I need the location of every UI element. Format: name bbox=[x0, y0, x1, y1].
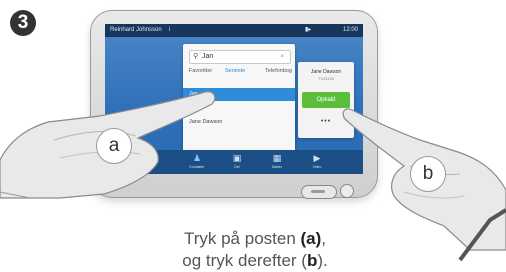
clear-icon[interactable]: × bbox=[280, 51, 284, 63]
dock-label: Møder bbox=[271, 165, 283, 169]
calendar-icon: ▦ bbox=[272, 153, 282, 163]
status-bar: Reinhard Johnsson i ▮▸ 12:00 bbox=[105, 24, 363, 37]
user-name: Reinhard Johnsson bbox=[110, 27, 162, 33]
contact-name: Jane Dawson bbox=[310, 69, 342, 75]
directory-tabs: Favoritter Seneste Telefonbog bbox=[183, 68, 295, 80]
text: , bbox=[321, 229, 327, 248]
search-icon: ⚲ bbox=[193, 53, 199, 60]
callout-b: b bbox=[410, 156, 446, 192]
text: og tryk derefter ( bbox=[182, 251, 307, 270]
instruction-line-1: Tryk på posten (a), bbox=[184, 229, 326, 248]
tab-directory[interactable]: Telefonbog bbox=[265, 68, 292, 74]
info-icon[interactable]: i bbox=[169, 24, 170, 37]
text-bold: (a) bbox=[300, 229, 322, 248]
camera-icon: ▮▸ bbox=[305, 27, 312, 33]
video-icon: ▶ bbox=[313, 153, 321, 163]
dock-video[interactable]: ▶ Video bbox=[297, 153, 337, 169]
dock-meetings[interactable]: ▦ Møder bbox=[257, 153, 297, 169]
instruction-text: Tryk på posten (a), og tryk derefter (b)… bbox=[140, 228, 370, 272]
callout-a: a bbox=[96, 128, 132, 164]
tab-favorites[interactable]: Favoritter bbox=[189, 68, 212, 74]
step-number-badge: 3 bbox=[10, 10, 36, 36]
instruction-line-2: og tryk derefter (b). bbox=[140, 250, 370, 272]
home-button[interactable] bbox=[301, 185, 337, 199]
contact-number: 7343128 bbox=[318, 76, 334, 81]
dock-label: Video bbox=[312, 165, 322, 169]
search-value: Jan bbox=[202, 53, 214, 60]
clock: 12:00 bbox=[342, 27, 358, 33]
text: ). bbox=[317, 251, 328, 270]
search-field[interactable]: ⚲ Jan × bbox=[189, 50, 291, 64]
tab-recent[interactable]: Seneste bbox=[225, 68, 245, 74]
text: Tryk på posten bbox=[183, 229, 301, 248]
text-bold: b bbox=[306, 251, 318, 270]
